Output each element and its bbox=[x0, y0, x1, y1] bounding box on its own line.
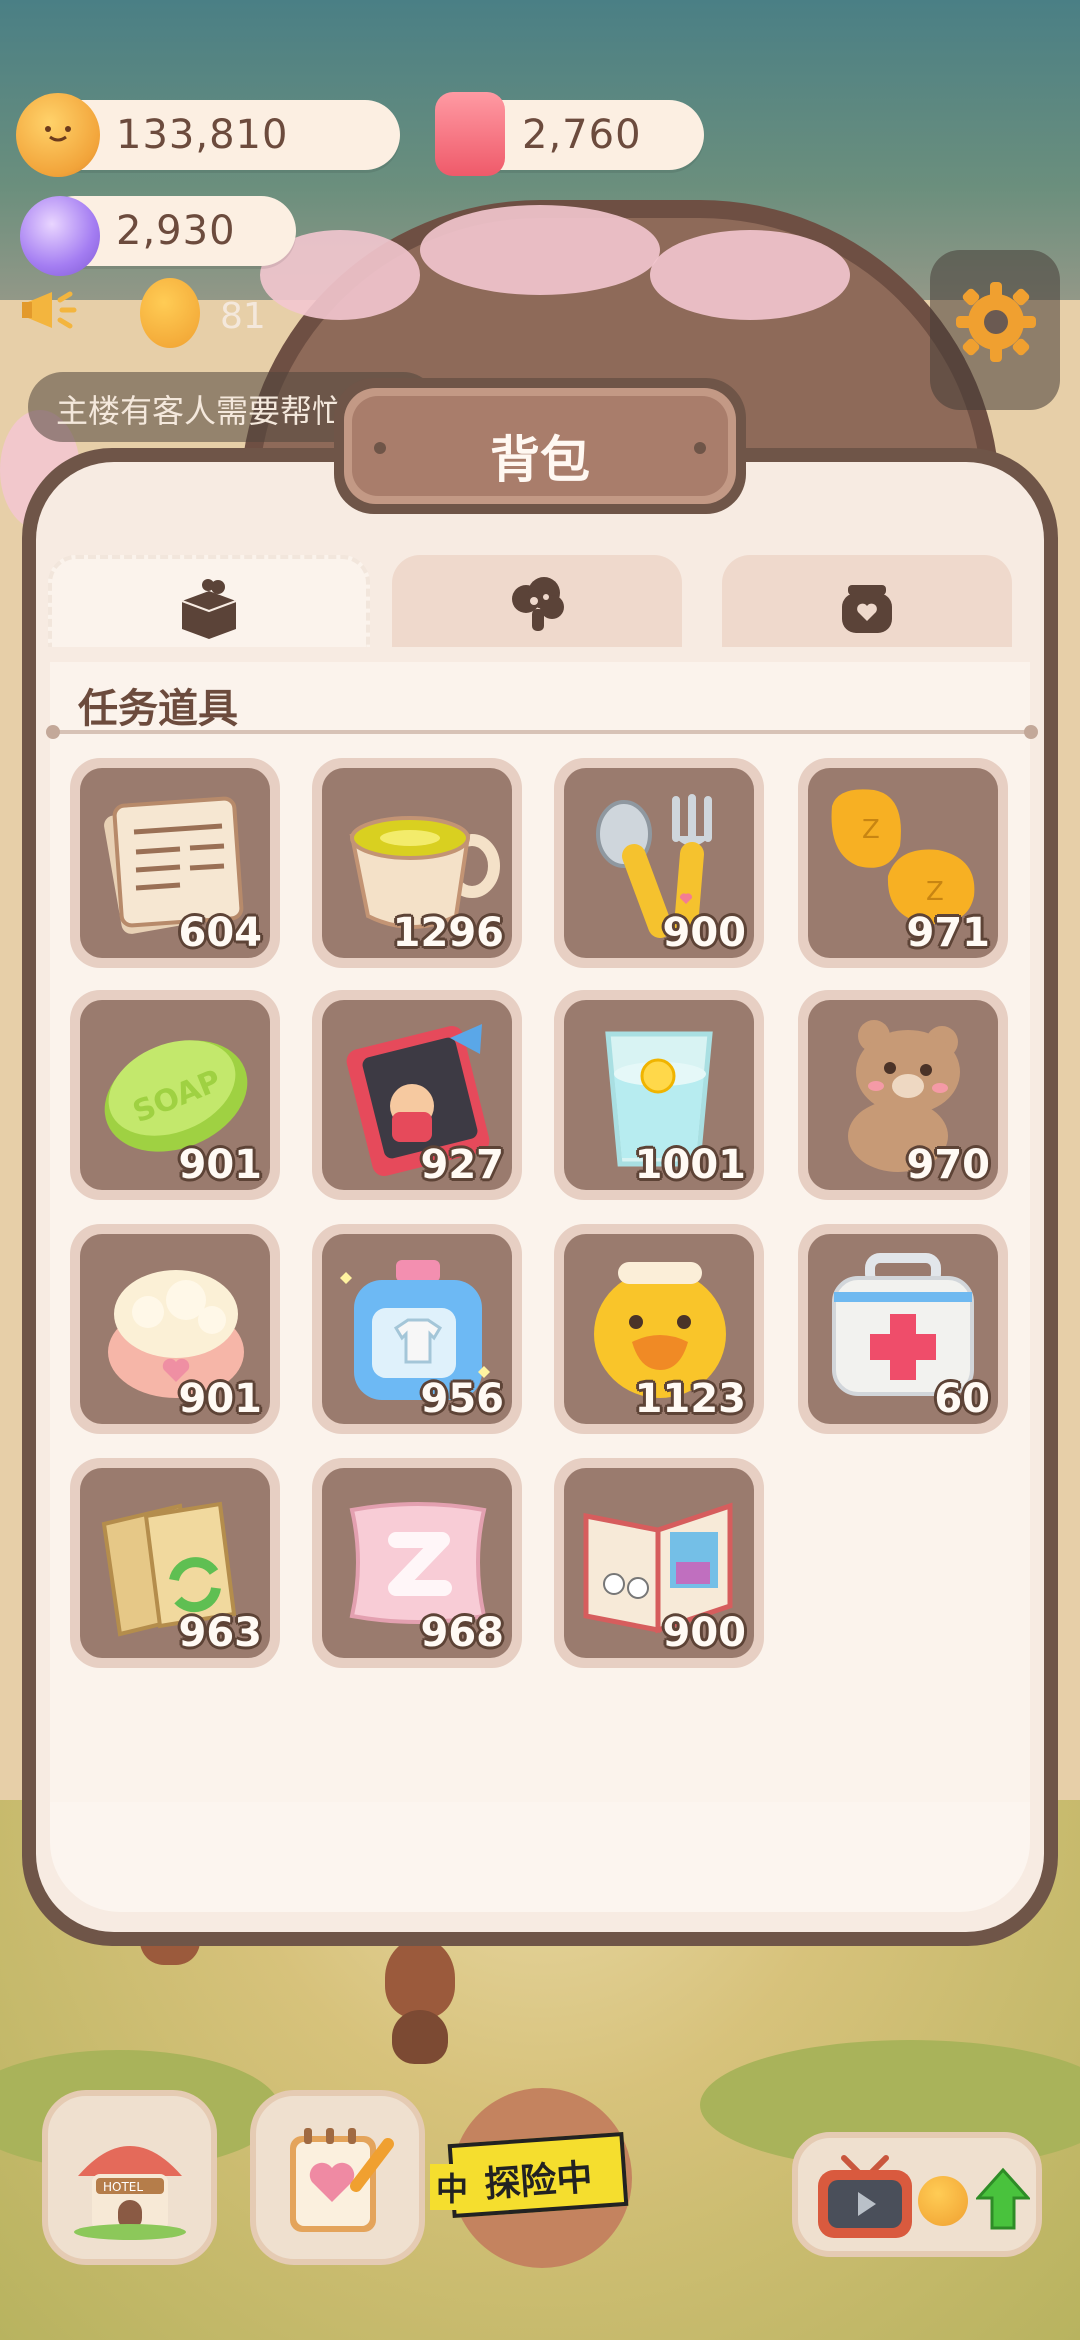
item-slot-first-aid-kit[interactable]: 60 bbox=[798, 1224, 1008, 1434]
item-slot-soap[interactable]: SOAP 901 bbox=[70, 990, 280, 1200]
item-count: 1123 bbox=[634, 1376, 746, 1422]
tab-ingredients[interactable] bbox=[392, 555, 682, 647]
blossom-decor bbox=[650, 230, 850, 320]
panel-title: 背包 bbox=[490, 431, 590, 489]
item-count: 900 bbox=[662, 1610, 747, 1656]
coin-value: 133,810 bbox=[116, 112, 289, 158]
item-count: 963 bbox=[178, 1610, 263, 1656]
jar-heart-icon bbox=[842, 585, 892, 633]
backpack-panel-footer bbox=[50, 1802, 1030, 1912]
box-icon bbox=[181, 579, 237, 639]
notebook-button[interactable] bbox=[250, 2090, 425, 2265]
item-slot-spoon-fork[interactable]: 900 bbox=[554, 758, 764, 968]
hotel-sign: HOTEL bbox=[103, 2180, 143, 2194]
item-count: 1001 bbox=[634, 1142, 746, 1188]
item-slot-frame: 900 bbox=[564, 1468, 754, 1658]
item-slot-frame: SOAP 901 bbox=[80, 1000, 270, 1190]
megaphone-icon[interactable] bbox=[22, 282, 84, 338]
item-slot-sleep-slippers[interactable]: Z Z 971 bbox=[798, 758, 1008, 968]
item-slot-frame: 927 bbox=[322, 1000, 512, 1190]
title-plate-face: 背包 bbox=[352, 396, 728, 496]
item-slot-storybook[interactable]: 927 bbox=[312, 990, 522, 1200]
item-count: 900 bbox=[662, 910, 747, 956]
candy-gem-icon bbox=[20, 196, 100, 276]
item-slot-bath-puff[interactable]: 901 bbox=[70, 1224, 280, 1434]
explore-status-partial: 中 bbox=[430, 2164, 475, 2210]
tab-potions[interactable] bbox=[722, 555, 1012, 647]
coin-reward-icon bbox=[918, 2176, 968, 2226]
settings-button[interactable] bbox=[930, 250, 1060, 410]
item-slot-frame: 968 bbox=[322, 1468, 512, 1658]
item-slot-tea-cup[interactable]: 1296 bbox=[312, 758, 522, 968]
item-slot-duck-cushion[interactable]: 1123 bbox=[554, 1224, 764, 1434]
tab-task-items[interactable] bbox=[48, 555, 370, 647]
explore-status: 探险中 bbox=[483, 2157, 594, 2206]
heart-notebook-icon bbox=[290, 2128, 394, 2232]
hotel-button[interactable]: HOTEL bbox=[42, 2090, 217, 2265]
item-count: 971 bbox=[906, 910, 991, 956]
item-count: 60 bbox=[934, 1376, 990, 1422]
character-body bbox=[392, 2010, 448, 2064]
cookie-coin-icon bbox=[16, 93, 100, 177]
up-arrow-icon bbox=[976, 2167, 1030, 2230]
title-plate-frame: 背包 bbox=[344, 388, 736, 504]
watch-ad-button[interactable] bbox=[792, 2132, 1042, 2257]
item-slot-recycle-bags[interactable]: 963 bbox=[70, 1458, 280, 1668]
hotel-icon: HOTEL bbox=[74, 2146, 186, 2240]
item-count: 968 bbox=[420, 1610, 505, 1656]
item-slot-frame: Z Z 971 bbox=[808, 768, 998, 958]
item-slot-frame: 604 bbox=[80, 768, 270, 958]
tv-icon bbox=[818, 2155, 912, 2238]
item-slot-frame: 970 bbox=[808, 1000, 998, 1190]
item-slot-teddy-bear[interactable]: 970 bbox=[798, 990, 1008, 1200]
item-slot-frame: 1296 bbox=[322, 768, 512, 958]
guest-count: 81 bbox=[220, 296, 266, 337]
item-slot-frame: 956 bbox=[322, 1234, 512, 1424]
candle-icon bbox=[435, 92, 505, 176]
item-count: 927 bbox=[420, 1142, 505, 1188]
item-slot-frame: 60 bbox=[808, 1234, 998, 1424]
candle-value: 2,760 bbox=[522, 112, 642, 158]
item-slot-frame: 1001 bbox=[564, 1000, 754, 1190]
item-count: 901 bbox=[178, 1142, 263, 1188]
title-plate: 背包 bbox=[334, 378, 746, 514]
blossom-decor bbox=[420, 205, 660, 295]
item-count: 901 bbox=[178, 1376, 263, 1422]
item-count: 1296 bbox=[392, 910, 504, 956]
svg-text:Z: Z bbox=[926, 877, 944, 907]
gem-value: 2,930 bbox=[116, 208, 236, 254]
item-count: 970 bbox=[906, 1142, 991, 1188]
character-sprite[interactable] bbox=[385, 1938, 455, 2018]
item-slot-pillow[interactable]: 968 bbox=[312, 1458, 522, 1668]
item-slot-frame: 963 bbox=[80, 1468, 270, 1658]
item-slot-lemon-water[interactable]: 1001 bbox=[554, 990, 764, 1200]
explore-tape: 探险中 bbox=[447, 2131, 629, 2219]
section-divider bbox=[46, 725, 1038, 739]
gear-icon bbox=[956, 282, 1036, 362]
item-slot-newspaper[interactable]: 604 bbox=[70, 758, 280, 968]
section-title: 任务道具 bbox=[78, 686, 238, 732]
svg-text:Z: Z bbox=[862, 815, 880, 845]
guest-icon bbox=[140, 278, 200, 348]
item-slot-magazine[interactable]: 900 bbox=[554, 1458, 764, 1668]
item-slot-detergent[interactable]: 956 bbox=[312, 1224, 522, 1434]
item-count: 956 bbox=[420, 1376, 505, 1422]
item-slot-frame: 901 bbox=[80, 1234, 270, 1424]
item-slot-frame: 1123 bbox=[564, 1234, 754, 1424]
mushroom-icon bbox=[512, 577, 564, 631]
item-slot-frame: 900 bbox=[564, 768, 754, 958]
item-count: 604 bbox=[178, 910, 263, 956]
